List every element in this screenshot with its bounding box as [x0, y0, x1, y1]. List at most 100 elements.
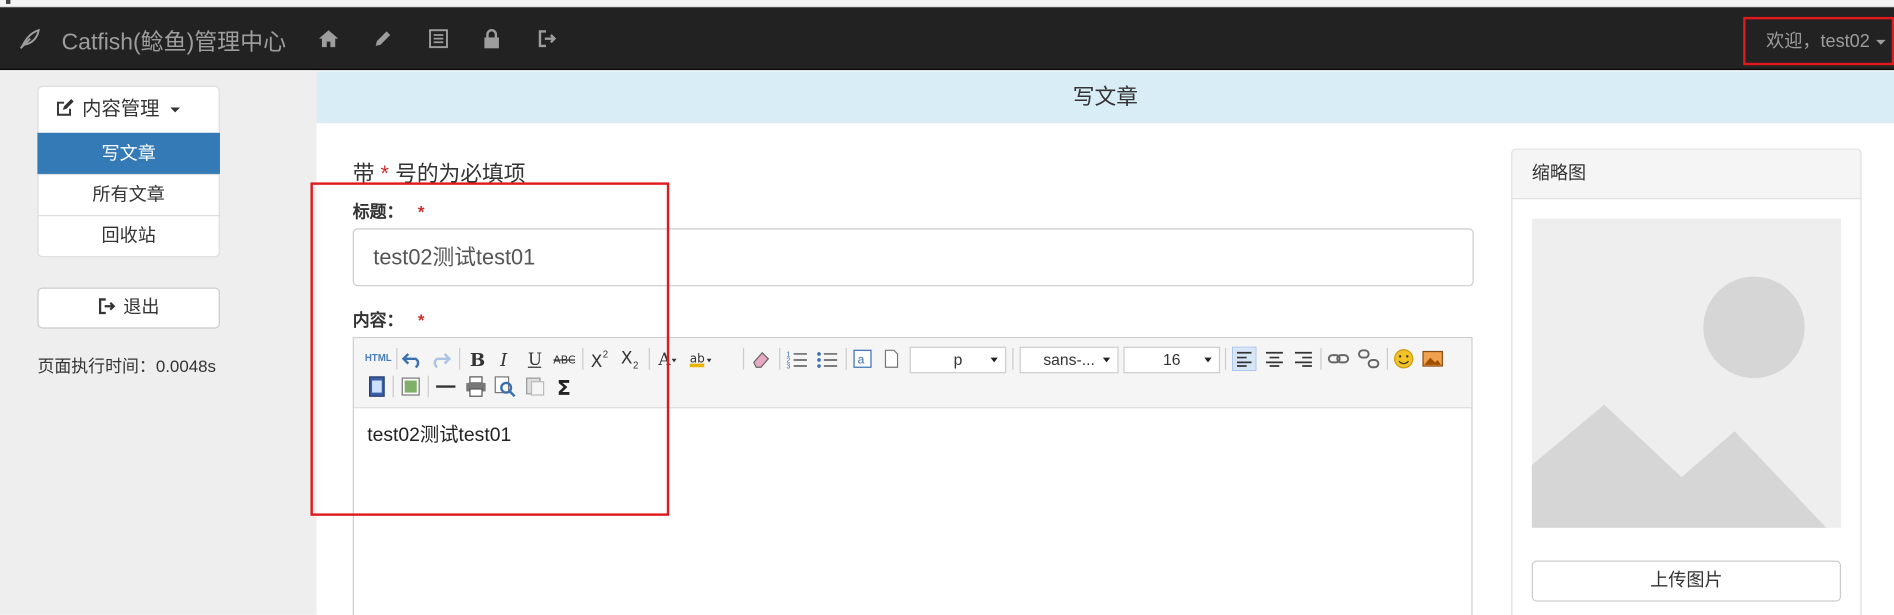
svg-text:ab: ab: [690, 351, 705, 365]
preview-icon[interactable]: [494, 376, 516, 398]
toolbar-divider: [1386, 347, 1388, 370]
content-label: 内容： *: [353, 308, 425, 332]
subscript-icon[interactable]: X2: [620, 348, 642, 370]
sidebar-item-all-articles[interactable]: 所有文章: [37, 173, 220, 217]
svg-text:Σ: Σ: [557, 376, 571, 397]
ordered-list-icon[interactable]: 123: [786, 348, 808, 370]
browser-bookmark-strip: ▮: [0, 0, 1894, 8]
emoji-icon[interactable]: [1393, 348, 1415, 370]
page-icon[interactable]: [881, 348, 903, 370]
welcome-text: 欢迎，test02: [1766, 31, 1870, 52]
title-label-text: 标题：: [352, 201, 404, 222]
placeholder-image-icon[interactable]: [1531, 218, 1841, 528]
app-root: ▮ Catfish(鲶鱼)管理中心 欢迎，test02: [0, 0, 1894, 615]
required-star: *: [417, 310, 425, 330]
logout-icon[interactable]: [535, 27, 559, 51]
svg-text:X: X: [591, 351, 603, 369]
page-title: 写文章: [316, 71, 1894, 124]
link-icon[interactable]: [1327, 348, 1350, 370]
upload-image-button[interactable]: 上传图片: [1531, 560, 1841, 602]
brand-title[interactable]: Catfish(鲶鱼)管理中心: [62, 24, 286, 57]
caret-down-icon: [1875, 39, 1886, 45]
svg-text:I: I: [499, 350, 508, 370]
toolbar-divider: [459, 347, 461, 370]
svg-text:2: 2: [603, 350, 608, 361]
sidebar-item-recycle-bin[interactable]: 回收站: [37, 215, 220, 258]
editor-toolbar: HTML B I U ABC X2 X2 A ab 123 a p sans-.…: [353, 338, 1472, 409]
toolbar-divider: [1320, 347, 1322, 370]
font-family-select[interactable]: sans-...: [1019, 346, 1119, 374]
toolbar-divider: [582, 347, 584, 370]
svg-text:B: B: [470, 350, 485, 370]
edit-icon: [57, 99, 74, 116]
print-icon[interactable]: [465, 376, 487, 398]
exec-time-text: 页面执行时间：0.0048s: [37, 356, 217, 376]
svg-text:U: U: [528, 349, 542, 369]
required-star: *: [417, 201, 425, 222]
pencil-icon[interactable]: [371, 27, 395, 51]
dropdown-arrow-icon: [990, 357, 998, 363]
dropdown-arrow-icon: [1204, 357, 1212, 363]
logout-button[interactable]: 退出: [37, 287, 220, 329]
unlink-icon[interactable]: [1358, 348, 1380, 370]
eraser-icon[interactable]: [750, 348, 772, 370]
svg-text:3: 3: [786, 361, 790, 369]
bold-icon[interactable]: B: [465, 348, 487, 370]
toolbar-divider: [845, 347, 847, 370]
toolbar-divider: [779, 347, 781, 370]
required-star: *: [380, 161, 390, 187]
logout-icon: [98, 298, 116, 315]
redo-icon[interactable]: [430, 348, 452, 370]
sidebar-item-write-article[interactable]: 写文章: [37, 132, 220, 176]
content-label-text: 内容：: [352, 310, 404, 330]
svg-text:2: 2: [633, 360, 638, 369]
video-icon[interactable]: [366, 376, 388, 398]
sidebar: 内容管理 写文章 所有文章 回收站 退出 页面执行时间：0.0048s: [0, 71, 317, 615]
dropdown-arrow-icon: [1102, 357, 1111, 363]
font-family-value: sans-...: [1043, 350, 1095, 369]
italic-icon[interactable]: I: [494, 348, 516, 370]
toolbar-divider: [1224, 347, 1227, 370]
toolbar-divider: [648, 347, 650, 370]
highlight-color-icon[interactable]: ab: [689, 348, 712, 370]
lock-icon[interactable]: [480, 27, 504, 51]
align-center-icon[interactable]: [1264, 348, 1286, 370]
bookmark-fragment[interactable]: ▮: [5, 0, 12, 6]
font-color-icon[interactable]: A: [656, 348, 678, 370]
svg-text:X: X: [621, 348, 633, 368]
editor-content[interactable]: test02测试test01: [367, 418, 511, 447]
template-icon[interactable]: [524, 376, 546, 398]
underline-icon[interactable]: U: [524, 348, 546, 370]
caret-down-icon: [170, 107, 181, 113]
strikethrough-icon[interactable]: ABC: [553, 348, 575, 370]
feather-icon[interactable]: [17, 25, 44, 52]
unordered-list-icon[interactable]: [817, 348, 839, 370]
image-icon[interactable]: [1422, 348, 1444, 370]
content-management-group: 内容管理 写文章 所有文章 回收站: [37, 85, 220, 258]
font-size-value: 16: [1163, 350, 1181, 369]
thumbnail-panel: 缩略图 上传图片: [1511, 148, 1862, 615]
title-label: 标题： *: [353, 199, 425, 223]
group-label: 内容管理: [82, 99, 160, 120]
list-icon[interactable]: [426, 27, 450, 51]
gallery-icon[interactable]: [400, 376, 422, 398]
align-left-icon[interactable]: [1232, 346, 1257, 371]
anchor-icon[interactable]: a: [852, 348, 874, 370]
welcome-user-dropdown[interactable]: 欢迎，test02: [1743, 16, 1894, 66]
superscript-icon[interactable]: X2: [590, 348, 612, 370]
undo-icon[interactable]: [401, 348, 423, 370]
html-source-button[interactable]: HTML: [365, 353, 392, 364]
paragraph-format-select[interactable]: p: [909, 346, 1007, 374]
home-icon[interactable]: [316, 27, 340, 51]
content-management-toggle[interactable]: 内容管理: [37, 85, 220, 135]
align-right-icon[interactable]: [1293, 348, 1315, 370]
required-fields-note: 带 * 号的为必填项: [353, 157, 526, 188]
paragraph-format-value: p: [953, 350, 963, 369]
svg-text:a: a: [858, 353, 865, 367]
formula-icon[interactable]: Σ: [554, 376, 576, 398]
font-size-select[interactable]: 16: [1123, 346, 1221, 374]
note-suffix: 号的为必填项: [395, 161, 526, 187]
toolbar-divider: [427, 375, 429, 398]
horizontal-rule-icon[interactable]: [435, 376, 457, 398]
title-input[interactable]: test02测试test01: [352, 228, 1474, 287]
